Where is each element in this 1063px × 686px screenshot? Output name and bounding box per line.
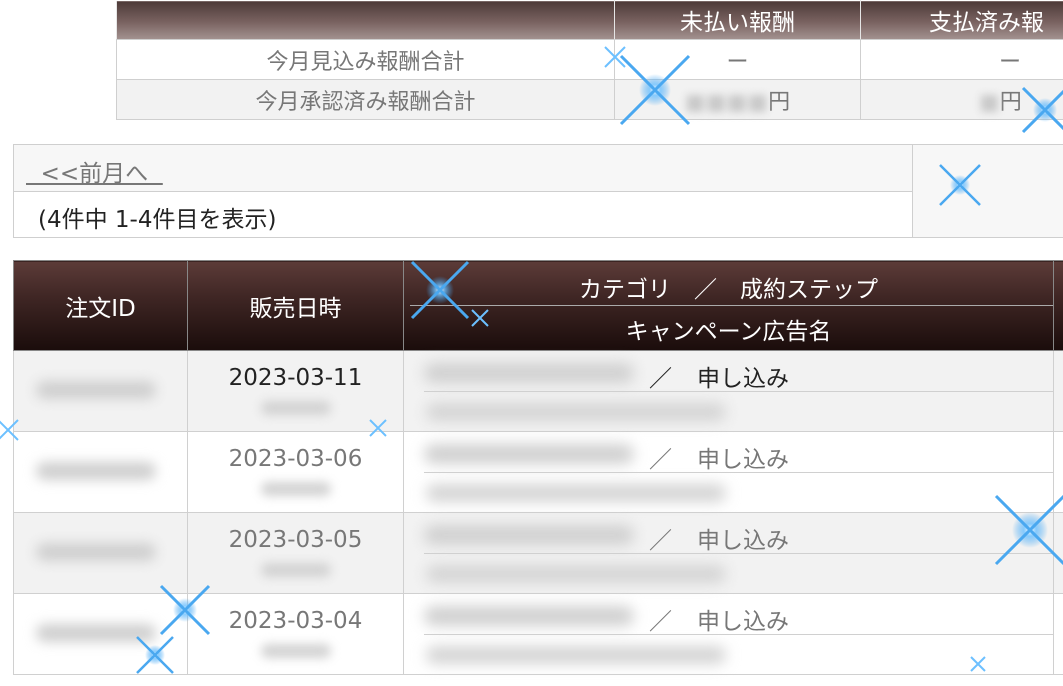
category-cell: ／ 申し込み — [403, 350, 1054, 432]
category-cell: ／ 申し込み — [403, 512, 1054, 594]
redacted-time — [260, 563, 331, 577]
order-id-cell[interactable] — [13, 431, 188, 513]
redacted-campaign — [426, 646, 726, 664]
redacted-time — [260, 401, 331, 415]
column-header-order-id: 注文ID — [13, 260, 188, 351]
divider — [424, 391, 1053, 392]
redacted-category — [424, 444, 634, 464]
redacted-campaign — [426, 484, 726, 502]
results-header-row: 注文ID 販売日時 カテゴリ ／ 成約ステップ キャンペーン広告名 — [13, 260, 1063, 351]
sale-date: 2023-03-06 — [228, 446, 363, 472]
extra-cell — [1053, 350, 1063, 432]
summary-row-expected: 今月見込み報酬合計 ー ー — [116, 39, 1063, 80]
sale-datetime-cell: 2023-03-11 — [187, 350, 404, 432]
result-count-box: (4件中 1-4件目を表示) — [14, 192, 912, 237]
divider — [424, 472, 1053, 473]
table-row[interactable]: 2023-03-11 ／ 申し込み — [13, 350, 1063, 432]
order-id-cell[interactable] — [13, 593, 188, 675]
divider — [410, 304, 1053, 306]
summary-label: 今月見込み報酬合計 — [116, 39, 615, 80]
redacted-amount: ■■■■ — [684, 89, 769, 115]
redacted-order-id — [36, 381, 156, 399]
column-header-sale-datetime: 販売日時 — [187, 260, 404, 351]
sale-datetime-cell: 2023-03-06 — [187, 431, 404, 513]
yen-suffix: 円 — [768, 89, 791, 115]
category-cell: ／ 申し込み — [403, 431, 1054, 513]
redacted-time — [260, 482, 331, 496]
table-row[interactable]: 2023-03-05 ／ 申し込み — [13, 512, 1063, 594]
column-header-category: カテゴリ ／ 成約ステップ キャンペーン広告名 — [403, 260, 1054, 351]
table-row[interactable]: 2023-03-06 ／ 申し込み — [13, 431, 1063, 513]
category-header-stack: カテゴリ ／ 成約ステップ キャンペーン広告名 — [404, 262, 1053, 350]
redacted-campaign — [426, 403, 726, 421]
extra-cell — [1053, 431, 1063, 513]
redacted-order-id — [36, 462, 156, 480]
sale-date: 2023-03-11 — [228, 365, 363, 391]
summary-paid-value: ■円 — [860, 79, 1063, 120]
category-cell: ／ 申し込み — [403, 593, 1054, 675]
extra-cell — [1053, 593, 1063, 675]
summary-header-paid: 支払済み報 — [860, 0, 1063, 40]
redacted-category — [424, 363, 634, 383]
summary-paid-value: ー — [860, 39, 1063, 80]
summary-row-approved: 今月承認済み報酬合計 ■■■■円 ■円 — [116, 79, 1063, 120]
summary-unpaid-value: ー — [614, 39, 861, 80]
redacted-category — [424, 525, 634, 545]
summary-header-blank — [116, 0, 615, 40]
order-results-table: 注文ID 販売日時 カテゴリ ／ 成約ステップ キャンペーン広告名 2023-0… — [13, 260, 1063, 675]
pagination-left: <<前月へ (4件中 1-4件目を表示) — [14, 145, 912, 237]
divider — [912, 145, 913, 237]
category-separator: ／ — [649, 366, 672, 392]
yen-suffix: 円 — [999, 89, 1022, 115]
sale-date: 2023-03-05 — [228, 527, 363, 553]
result-count-text: (4件中 1-4件目を表示) — [38, 207, 277, 233]
redacted-campaign — [426, 565, 726, 583]
summary-header-row: 未払い報酬 支払済み報 — [116, 0, 1063, 40]
sale-date: 2023-03-04 — [228, 608, 363, 634]
sale-datetime-cell: 2023-03-05 — [187, 512, 404, 594]
summary-unpaid-value: ■■■■円 — [614, 79, 861, 120]
divider — [424, 634, 1053, 635]
conversion-step: 申し込み — [697, 447, 789, 473]
redacted-order-id — [36, 543, 156, 561]
category-step-label: カテゴリ ／ 成約ステップ — [579, 276, 878, 303]
redacted-amount: ■ — [979, 89, 1000, 115]
previous-month-link[interactable]: <<前月へ — [26, 154, 163, 188]
redacted-order-id — [36, 624, 156, 642]
summary-label: 今月承認済み報酬合計 — [116, 79, 615, 120]
campaign-name-label: キャンペーン広告名 — [625, 318, 832, 345]
table-row[interactable]: 2023-03-04 ／ 申し込み — [13, 593, 1063, 675]
order-id-cell[interactable] — [13, 512, 188, 594]
conversion-step: 申し込み — [697, 528, 789, 554]
redacted-time — [260, 644, 331, 658]
category-separator: ／ — [649, 447, 672, 473]
conversion-step: 申し込み — [697, 609, 789, 635]
summary-header-unpaid: 未払い報酬 — [614, 0, 861, 40]
redacted-category — [424, 606, 634, 626]
sale-datetime-cell: 2023-03-04 — [187, 593, 404, 675]
reward-summary-table: 未払い報酬 支払済み報 今月見込み報酬合計 ー ー 今月承認済み報酬合計 ■■■… — [116, 0, 1063, 120]
category-separator: ／ — [649, 609, 672, 635]
column-header-extra — [1053, 260, 1063, 351]
order-id-cell[interactable] — [13, 350, 188, 432]
extra-cell — [1053, 512, 1063, 594]
category-separator: ／ — [649, 528, 672, 554]
conversion-step: 申し込み — [697, 366, 789, 392]
pagination-bar: <<前月へ (4件中 1-4件目を表示) — [13, 144, 1063, 238]
divider — [424, 553, 1053, 554]
